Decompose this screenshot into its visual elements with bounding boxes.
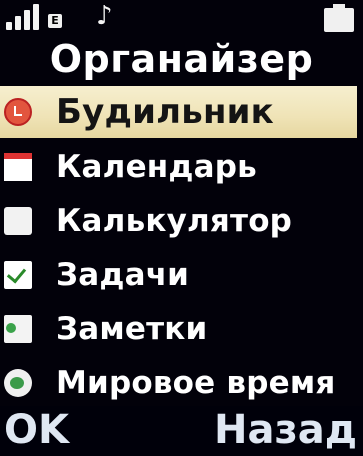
alarm-clock-icon	[4, 98, 32, 126]
screen-title: Органайзер	[49, 37, 314, 81]
menu-item-label: Заметки	[56, 311, 208, 347]
menu-item-label: Мировое время	[56, 365, 336, 401]
menu-item-world-time[interactable]: Мировое время	[0, 356, 363, 410]
menu-item-alarm[interactable]: Будильник	[0, 86, 357, 138]
ok-softkey[interactable]: OK	[4, 406, 69, 454]
back-softkey[interactable]: Назад	[214, 406, 357, 454]
battery-icon	[320, 4, 358, 32]
tasks-icon	[4, 261, 32, 289]
menu-item-label: Задачи	[56, 257, 190, 293]
phone-screen: E ♪ Органайзер Будильник Календарь Кальк…	[0, 0, 363, 456]
menu-item-tasks[interactable]: Задачи	[0, 248, 363, 302]
menu-item-calendar[interactable]: Календарь	[0, 140, 363, 194]
softkey-bar: OK Назад	[0, 406, 363, 456]
calculator-icon	[4, 207, 32, 235]
menu-item-calculator[interactable]: Калькулятор	[0, 194, 363, 248]
network-type-badge: E	[48, 14, 62, 28]
organizer-menu: Будильник Календарь Калькулятор Задачи З…	[0, 84, 363, 410]
menu-item-notes[interactable]: Заметки	[0, 302, 363, 356]
menu-item-label: Калькулятор	[56, 203, 293, 239]
status-bar: E ♪	[0, 0, 363, 38]
signal-bars-icon	[6, 2, 54, 30]
notes-icon	[4, 315, 32, 343]
calendar-icon	[4, 153, 32, 181]
world-time-icon	[4, 369, 32, 397]
menu-item-label: Будильник	[56, 92, 274, 132]
music-note-icon: ♪	[96, 1, 113, 31]
menu-item-label: Календарь	[56, 149, 257, 185]
